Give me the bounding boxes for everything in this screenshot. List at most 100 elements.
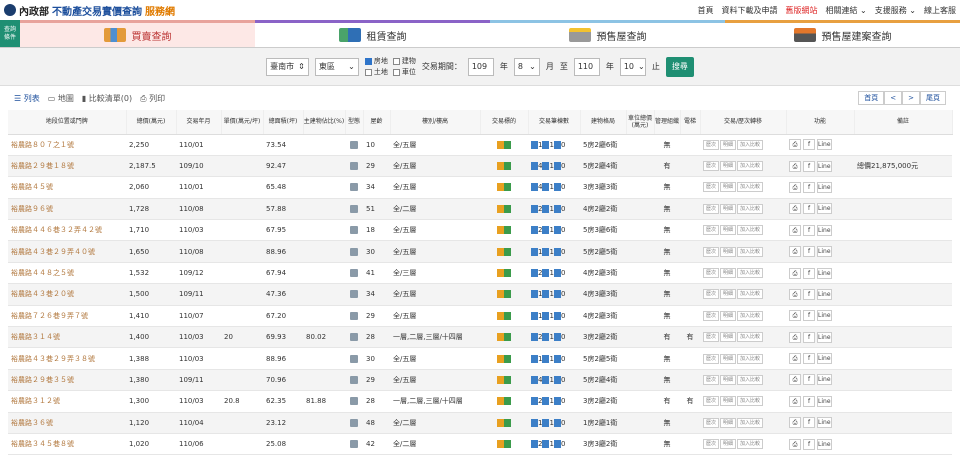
detail-button[interactable]: 明細 — [720, 203, 737, 214]
history-button[interactable]: 歷次 — [703, 182, 720, 193]
city-select[interactable]: 臺南市 ⇕ — [266, 57, 309, 76]
site-logo[interactable]: 內政部 不動產交易實價查詢 服務網 — [4, 3, 175, 18]
print-icon[interactable]: ⎙ — [789, 224, 801, 236]
address-cell[interactable]: 裕農路３１２號 — [8, 390, 126, 413]
line-share-button[interactable]: Line — [817, 374, 832, 386]
column-header[interactable]: 交易年月 — [176, 110, 222, 135]
tab-presale-project[interactable]: 預售屋建案查詢 — [725, 20, 960, 47]
column-header[interactable]: 樓別/樓高 — [390, 110, 481, 135]
print-icon[interactable]: ⎙ — [789, 181, 801, 193]
column-header[interactable]: 交易筆棟數 — [528, 110, 581, 135]
end-year-input[interactable]: 110 — [573, 57, 600, 76]
print-button[interactable]: ⎙ 列印 — [140, 93, 165, 104]
column-header[interactable]: 備註 — [854, 110, 953, 135]
print-icon[interactable]: ⎙ — [789, 246, 801, 258]
address-cell[interactable]: 裕農路３１４號 — [8, 326, 126, 349]
table-row[interactable]: 裕農路８０７之１號 2,250 110/01 73.54 10 全/五層 1 1 0 5房2廳6衛… — [8, 134, 952, 156]
address-cell[interactable]: 裕農路４３巷２９弄３８號 — [8, 347, 126, 370]
address-cell[interactable]: 裕農路８０７之１號 — [8, 134, 126, 156]
table-row[interactable]: 裕農路４４８之５號 1,532 109/12 67.94 41 全/三層 2 1 0 4房2廳3衛… — [8, 262, 952, 285]
add-compare-button[interactable]: 加入比較 — [737, 332, 764, 343]
facebook-share-button[interactable]: f — [803, 353, 815, 365]
history-button[interactable]: 歷次 — [703, 353, 720, 364]
nav-old-site[interactable]: 舊版網站 — [786, 5, 818, 16]
end-month-select[interactable]: 10 ⌄ — [619, 57, 646, 76]
detail-button[interactable]: 明細 — [720, 246, 737, 257]
table-row[interactable]: 裕農路３６號 1,120 110/04 23.12 48 全/二層 1 1 0 1房2廳1衛無歷次… — [8, 412, 952, 434]
facebook-share-button[interactable]: f — [803, 310, 815, 322]
history-button[interactable]: 歷次 — [703, 246, 720, 257]
address-cell[interactable]: 裕農路４５號 — [8, 176, 126, 199]
history-button[interactable]: 歷次 — [703, 161, 720, 172]
add-compare-button[interactable]: 加入比較 — [737, 225, 764, 236]
history-button[interactable]: 歷次 — [703, 268, 720, 279]
history-button[interactable]: 歷次 — [703, 203, 720, 214]
column-header[interactable]: 主建物佔比(%) — [303, 110, 346, 135]
detail-button[interactable]: 明細 — [720, 396, 737, 407]
detail-button[interactable]: 明細 — [720, 374, 737, 385]
add-compare-button[interactable]: 加入比較 — [737, 417, 764, 428]
table-row[interactable]: 裕農路２９巷３５號 1,380 109/11 70.96 29 全/五層 4 1 0 5房2廳4衛… — [8, 369, 952, 392]
detail-button[interactable]: 明細 — [720, 332, 737, 343]
print-icon[interactable]: ⎙ — [789, 310, 801, 322]
search-conditions-toggle[interactable]: 查詢 條件 — [0, 20, 20, 47]
map-view-button[interactable]: ▭ 地圖 — [48, 93, 74, 104]
facebook-share-button[interactable]: f — [803, 203, 815, 215]
tab-presale[interactable]: 預售屋查詢 — [490, 20, 725, 47]
table-row[interactable]: 裕農路４５號 2,060 110/01 65.48 34 全/五層 4 1 0 3房3廳3衛無歷次… — [8, 176, 952, 199]
add-compare-button[interactable]: 加入比較 — [737, 268, 764, 279]
history-button[interactable]: 歷次 — [703, 139, 720, 150]
add-compare-button[interactable]: 加入比較 — [737, 310, 764, 321]
print-icon[interactable]: ⎙ — [789, 288, 801, 300]
history-button[interactable]: 歷次 — [703, 225, 720, 236]
facebook-share-button[interactable]: f — [803, 139, 815, 151]
add-compare-button[interactable]: 加入比較 — [737, 139, 764, 150]
line-share-button[interactable]: Line — [817, 181, 832, 193]
table-row[interactable]: 裕農路３１２號 1,300 110/03 20.8 62.35 81.88 28 一層,二層,… — [8, 390, 952, 413]
print-icon[interactable]: ⎙ — [789, 139, 801, 151]
history-button[interactable]: 歷次 — [703, 310, 720, 321]
line-share-button[interactable]: Line — [817, 288, 832, 300]
line-share-button[interactable]: Line — [817, 246, 832, 258]
nav-online-service[interactable]: 線上客服 — [924, 5, 956, 16]
line-share-button[interactable]: Line — [817, 353, 832, 365]
detail-button[interactable]: 明細 — [720, 161, 737, 172]
detail-button[interactable]: 明細 — [720, 439, 737, 450]
column-header[interactable]: 地段位置或門牌 — [8, 110, 127, 135]
column-header[interactable]: 單價(萬元/坪) — [221, 110, 264, 135]
nav-links[interactable]: 相關連結 ⌄ — [826, 5, 867, 16]
history-button[interactable]: 歷次 — [703, 374, 720, 385]
column-header[interactable]: 型態 — [345, 110, 364, 135]
search-button[interactable]: 搜尋 — [665, 56, 694, 77]
prev-page-button[interactable]: < — [884, 91, 903, 105]
table-row[interactable]: 裕農路４４６巷３２弄４２號 1,710 110/03 67.95 18 全/五層 2 1 0 5房… — [8, 219, 952, 242]
address-cell[interactable]: 裕農路３４５巷８號 — [8, 433, 126, 456]
history-button[interactable]: 歷次 — [703, 417, 720, 428]
column-header[interactable]: 屋齡 — [363, 110, 391, 135]
detail-button[interactable]: 明細 — [720, 225, 737, 236]
line-share-button[interactable]: Line — [817, 224, 832, 236]
nav-support[interactable]: 支援服務 ⌄ — [875, 5, 916, 16]
nav-download[interactable]: 資料下載及申請 — [722, 5, 778, 16]
facebook-share-button[interactable]: f — [803, 417, 815, 429]
detail-button[interactable]: 明細 — [720, 310, 737, 321]
table-row[interactable]: 裕農路２９巷１８號 2,187.5 109/10 92.47 29 全/五層 4 1 0 5房2廳… — [8, 155, 952, 178]
facebook-share-button[interactable]: f — [803, 267, 815, 279]
line-share-button[interactable]: Line — [817, 203, 832, 215]
table-row[interactable]: 裕農路３４５巷８號 1,020 110/06 25.08 42 全/二層 2 1 0 3房3廳2衛… — [8, 433, 952, 456]
print-icon[interactable]: ⎙ — [789, 353, 801, 365]
compare-list-button[interactable]: ▮ 比較清單(0) — [82, 93, 132, 104]
district-select[interactable]: 東區 ⌄ — [314, 57, 359, 76]
facebook-share-button[interactable]: f — [803, 331, 815, 343]
print-icon[interactable]: ⎙ — [789, 395, 801, 407]
facebook-share-button[interactable]: f — [803, 438, 815, 450]
facebook-share-button[interactable]: f — [803, 224, 815, 236]
table-row[interactable]: 裕農路４３巷２９弄３８號 1,388 110/03 88.96 30 全/五層 1 1 0 5房2… — [8, 347, 952, 370]
line-share-button[interactable]: Line — [817, 331, 832, 343]
add-compare-button[interactable]: 加入比較 — [737, 396, 764, 407]
print-icon[interactable]: ⎙ — [789, 417, 801, 429]
add-compare-button[interactable]: 加入比較 — [737, 374, 764, 385]
checkbox-land[interactable]: 土地 — [364, 67, 388, 77]
add-compare-button[interactable]: 加入比較 — [737, 161, 764, 172]
facebook-share-button[interactable]: f — [803, 395, 815, 407]
